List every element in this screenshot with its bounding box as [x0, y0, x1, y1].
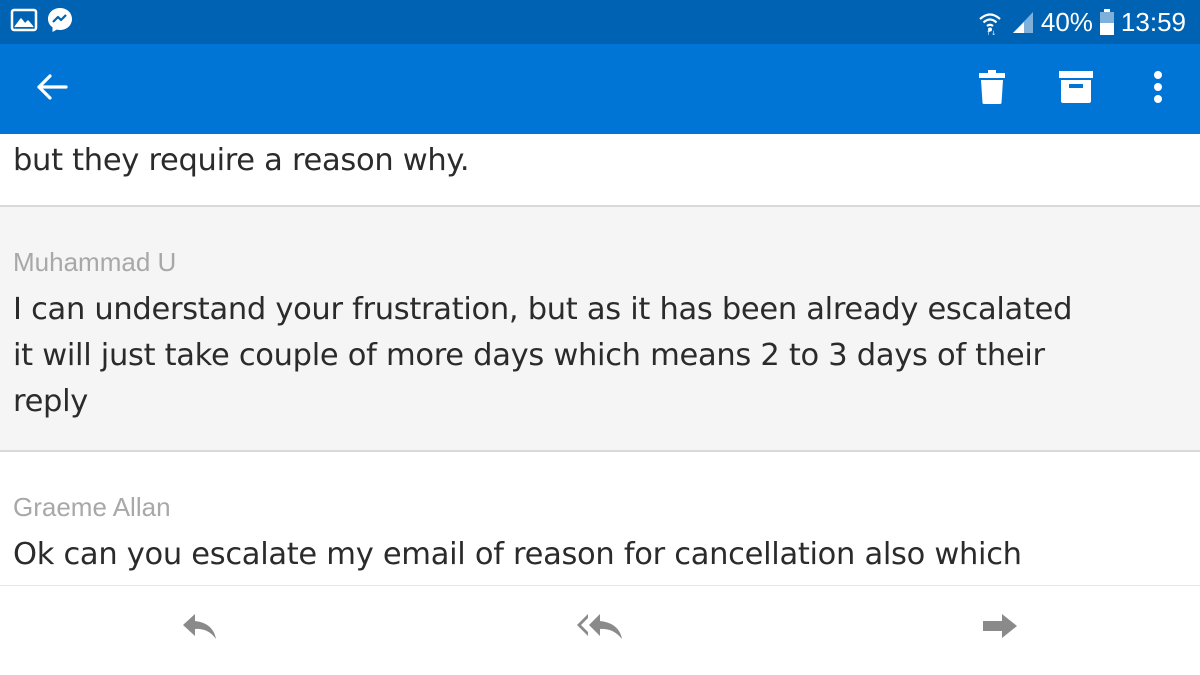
message-body: Ok can you escalate my email of reason f… — [13, 532, 1196, 578]
clock-time: 13:59 — [1120, 6, 1186, 37]
more-vert-icon — [1153, 70, 1163, 108]
trash-icon — [977, 69, 1007, 109]
message-item[interactable]: Graeme Allan Ok can you escalate my emai… — [0, 452, 1200, 586]
message-sender: Muhammad U — [13, 247, 177, 277]
notification-icons — [0, 6, 74, 38]
message-line: reply — [13, 384, 89, 419]
messenger-icon — [46, 6, 74, 38]
message-line: I can understand your frustration, but a… — [13, 292, 1073, 327]
message-thread[interactable]: but they require a reason why. Muhammad … — [0, 134, 1200, 586]
back-button[interactable] — [20, 57, 84, 121]
message-line: it will just take couple of more days wh… — [13, 338, 1045, 373]
forward-button[interactable] — [970, 608, 1030, 648]
forward-icon — [980, 611, 1020, 645]
reply-button[interactable] — [170, 608, 230, 648]
reply-all-button[interactable] — [570, 608, 630, 648]
battery-percent: 40% — [1040, 6, 1093, 37]
svg-text:↑↓: ↑↓ — [986, 30, 996, 35]
message-item[interactable]: Muhammad U I can understand your frustra… — [0, 207, 1200, 452]
reply-all-icon — [575, 611, 625, 645]
signal-icon — [1009, 9, 1035, 35]
message-line: but they require a reason why. — [13, 143, 470, 178]
back-arrow-icon — [35, 72, 69, 106]
message-body: but they require a reason why. — [13, 138, 1196, 184]
gallery-icon — [10, 8, 38, 36]
wifi-icon: ↑↓ — [977, 9, 1003, 35]
message-body: I can understand your frustration, but a… — [13, 287, 1196, 425]
reply-icon — [181, 611, 219, 645]
app-bar — [0, 44, 1200, 134]
bottom-action-bar — [0, 586, 1200, 675]
battery-icon — [1099, 8, 1115, 36]
message-item[interactable]: but they require a reason why. — [0, 134, 1200, 207]
archive-icon — [1058, 70, 1094, 108]
more-options-button[interactable] — [1138, 57, 1178, 121]
delete-button[interactable] — [960, 57, 1024, 121]
message-line: Ok can you escalate my email of reason f… — [13, 537, 1022, 572]
status-bar: ↑↓ 40% 13:59 — [0, 0, 1200, 44]
message-sender: Graeme Allan — [13, 492, 171, 522]
archive-button[interactable] — [1044, 57, 1108, 121]
